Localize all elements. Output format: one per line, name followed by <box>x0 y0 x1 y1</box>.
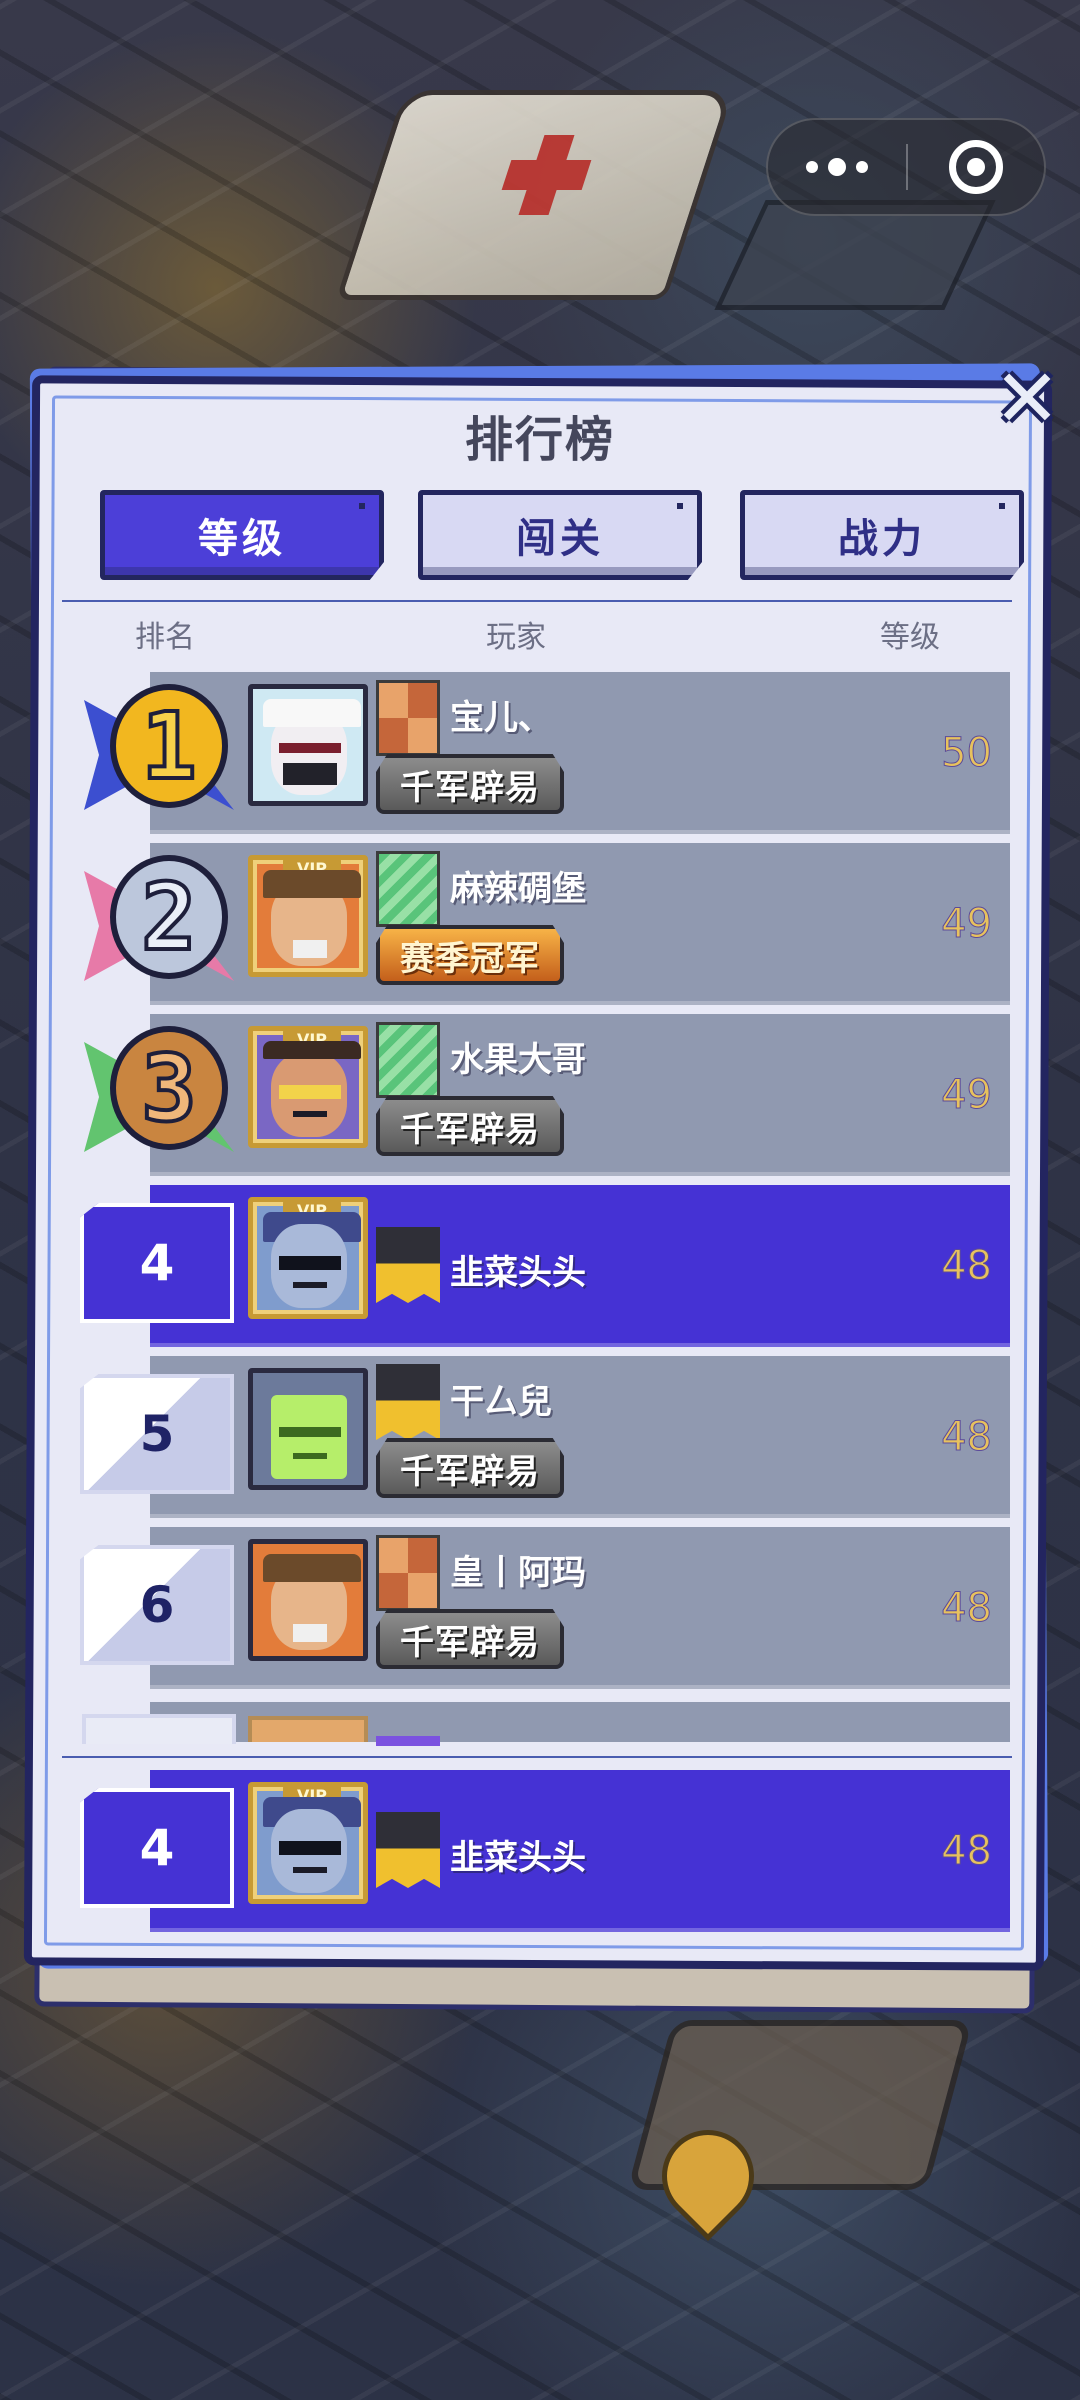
silver-medal-icon: 2 <box>84 851 234 991</box>
tab-stage-label: 闯关 <box>516 516 604 562</box>
avatar-visor <box>279 1256 341 1270</box>
avatar-eyes <box>279 1427 341 1437</box>
leaderboard-row[interactable]: 3 VIP 千军辟易 水果大哥 49 <box>84 1014 1010 1176</box>
avatar[interactable] <box>248 1368 368 1490</box>
avatar-hat <box>263 870 361 898</box>
column-header-player: 玩家 <box>486 620 546 655</box>
player-name: 皇丨阿玛 <box>450 1553 586 1593</box>
my-player-level: 48 <box>941 1828 993 1875</box>
title-badge: 千军辟易 <box>376 1096 564 1156</box>
guild-flag-icon <box>376 1364 440 1440</box>
avatar-hat <box>263 1554 361 1582</box>
leaderboard-row-current-user[interactable]: 4 VIP 韭菜头头 48 <box>80 1185 1010 1347</box>
page-title: 排行榜 <box>464 412 615 468</box>
guild-flag-icon <box>376 1227 440 1303</box>
red-cross-bar <box>501 160 592 190</box>
guild-flag-icon <box>376 1812 440 1888</box>
guild-flag-icon <box>376 680 440 756</box>
guild-flag-icon <box>376 1022 440 1098</box>
medal-rank: 1 <box>110 684 228 808</box>
miniprogram-capsule <box>766 118 1046 216</box>
avatar[interactable]: VIP <box>248 1197 368 1319</box>
avatar[interactable] <box>248 1539 368 1661</box>
column-header-rank: 排名 <box>135 620 195 655</box>
gold-medal-icon: 1 <box>84 680 234 820</box>
tab-level-label: 等级 <box>198 516 286 562</box>
target-circle-icon[interactable] <box>908 120 1044 214</box>
leaderboard-row[interactable]: 2 VIP 赛季冠军 麻辣碉堡 49 <box>84 843 1010 1005</box>
player-name: 干厶兒 <box>450 1382 552 1422</box>
my-rank-number: 4 <box>80 1788 234 1908</box>
tab-level[interactable]: 等级 <box>100 490 384 580</box>
avatar-eyes <box>279 743 341 753</box>
player-name: 麻辣碉堡 <box>450 869 586 909</box>
rank-number: 4 <box>80 1203 234 1323</box>
avatar-mouth <box>293 1111 327 1117</box>
my-player-name: 韭菜头头 <box>450 1838 586 1878</box>
avatar[interactable]: VIP <box>248 1026 368 1148</box>
player-level: 48 <box>941 1243 993 1290</box>
avatar-beard <box>293 1624 327 1642</box>
leaderboard-row[interactable]: 6 千军辟易 皇丨阿玛 48 <box>80 1527 1010 1689</box>
bronze-medal-icon: 3 <box>84 1022 234 1162</box>
rank-box-partial <box>82 1714 236 1744</box>
tab-power[interactable]: 战力 <box>740 490 1024 580</box>
leaderboard-row[interactable]: 5 千军辟易 干厶兒 48 <box>80 1356 1010 1518</box>
my-rank-row[interactable]: 4 VIP 韭菜头头 48 <box>80 1770 1010 1932</box>
player-level: 49 <box>941 901 993 948</box>
guild-flag-partial <box>376 1736 440 1746</box>
avatar-mouth <box>293 1867 327 1873</box>
list-clip-edge <box>62 1746 1018 1754</box>
avatar[interactable] <box>248 684 368 806</box>
avatar-mouth <box>293 1453 327 1459</box>
title-badge: 赛季冠军 <box>376 925 564 985</box>
medal-rank: 2 <box>110 855 228 979</box>
avatar-visor <box>279 1841 341 1855</box>
player-level: 50 <box>941 730 993 777</box>
guild-flag-icon <box>376 851 440 927</box>
avatar-screen-face <box>271 1395 347 1479</box>
avatar-partial <box>248 1716 368 1742</box>
medal-rank: 3 <box>110 1026 228 1150</box>
column-header-level: 等级 <box>880 620 940 655</box>
player-name: 水果大哥 <box>450 1040 586 1080</box>
player-level: 49 <box>941 1072 993 1119</box>
title-badge: 千军辟易 <box>376 1438 564 1498</box>
rank-number: 5 <box>80 1374 234 1494</box>
tabs-divider <box>62 600 1012 602</box>
title-badge: 千军辟易 <box>376 1609 564 1669</box>
leaderboard-row[interactable]: 1 千军辟易 宝儿、 50 <box>84 672 1010 834</box>
guild-flag-icon <box>376 1535 440 1611</box>
avatar-mouth <box>293 1282 327 1288</box>
footer-divider <box>62 1756 1012 1758</box>
player-name: 宝儿、 <box>450 698 552 738</box>
medical-tent-decoration <box>335 90 735 300</box>
avatar[interactable]: VIP <box>248 1782 368 1904</box>
avatar[interactable]: VIP <box>248 855 368 977</box>
avatar-hair <box>263 699 361 727</box>
avatar-mask <box>283 763 337 785</box>
player-name: 韭菜头头 <box>450 1253 586 1293</box>
rank-number: 6 <box>80 1545 234 1665</box>
avatar-beard <box>293 940 327 958</box>
title-badge: 千军辟易 <box>376 754 564 814</box>
player-level: 48 <box>941 1585 993 1632</box>
avatar-glasses <box>279 1085 341 1099</box>
tab-power-label: 战力 <box>838 516 926 562</box>
avatar-hair <box>263 1041 361 1059</box>
more-dots-icon[interactable] <box>768 120 906 214</box>
tab-stage[interactable]: 闯关 <box>418 490 702 580</box>
player-level: 48 <box>941 1414 993 1461</box>
